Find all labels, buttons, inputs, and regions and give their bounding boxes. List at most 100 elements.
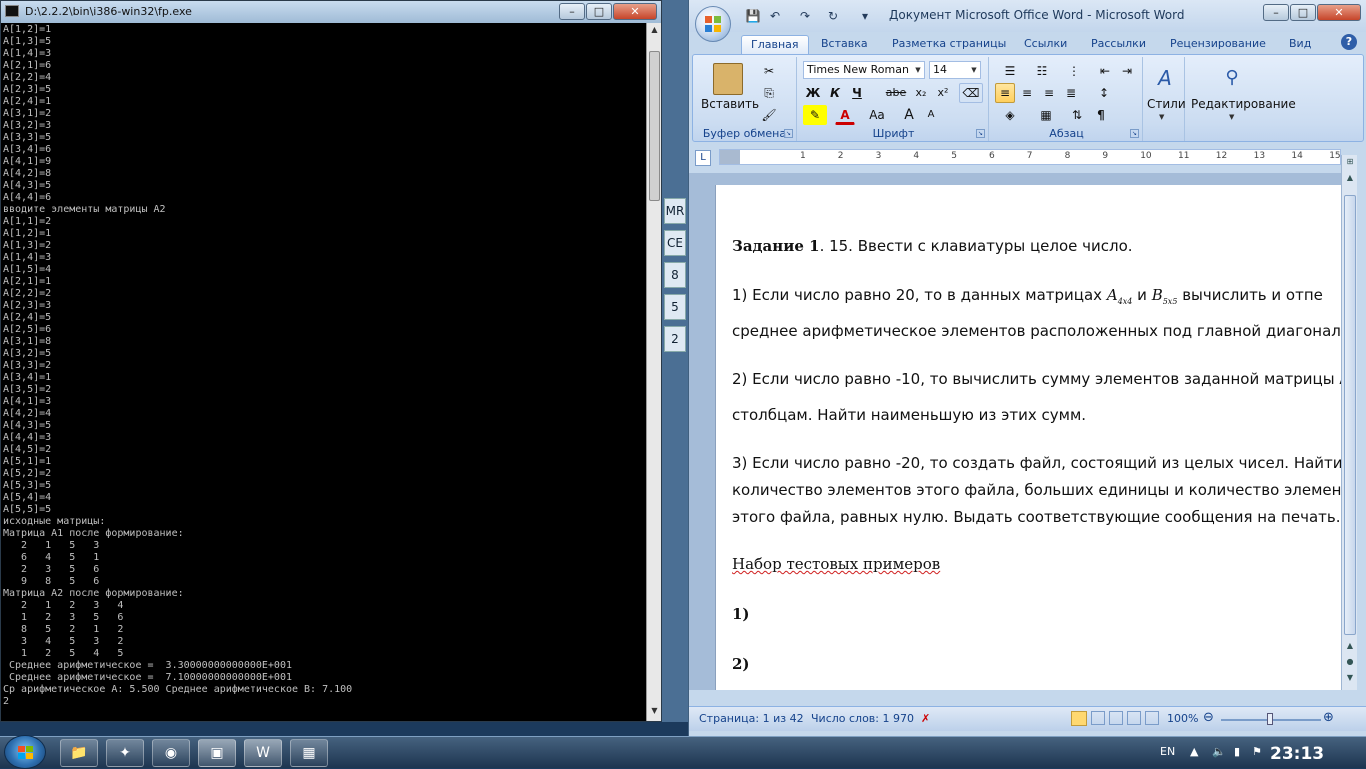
highlight-icon[interactable]: ✎: [803, 105, 827, 125]
full-screen-reading-icon[interactable]: [1091, 711, 1105, 725]
outline-icon[interactable]: [1127, 711, 1141, 725]
paste-button[interactable]: Вставить: [701, 97, 759, 111]
console-window[interactable]: D:\2.2.2\bin\i386-win32\fp.exe – □ ✕ A[1…: [0, 0, 662, 722]
tab-references[interactable]: Ссылки: [1015, 35, 1076, 54]
web-layout-icon[interactable]: [1109, 711, 1123, 725]
align-left-icon[interactable]: ≡: [995, 83, 1015, 103]
shrink-font-button[interactable]: A: [921, 105, 941, 125]
explorer-taskbar-icon[interactable]: 📁: [60, 739, 98, 767]
tab-review[interactable]: Рецензирование: [1161, 35, 1275, 54]
chrome-taskbar-icon[interactable]: ◉: [152, 739, 190, 767]
grow-font-button[interactable]: A: [899, 105, 919, 125]
show-marks-icon[interactable]: ¶: [1091, 105, 1111, 125]
decrease-indent-icon[interactable]: ⇤: [1095, 61, 1115, 81]
clipboard-launcher-icon[interactable]: ↘: [784, 129, 793, 138]
clear-format-icon[interactable]: ⌫: [959, 83, 983, 103]
tab-insert[interactable]: Вставка: [812, 35, 877, 54]
draft-icon[interactable]: [1145, 711, 1159, 725]
paragraph-launcher-icon[interactable]: ↘: [1130, 129, 1139, 138]
multilevel-list-icon[interactable]: ⋮: [1059, 61, 1089, 81]
qat-customize-icon[interactable]: ▾: [857, 8, 873, 24]
console-taskbar-icon[interactable]: ▣: [198, 739, 236, 767]
console-output[interactable]: A[1,2]=1 A[1,3]=5 A[1,4]=3 A[2,1]=6 A[2,2]=4…: [1, 23, 646, 721]
font-size-select[interactable]: 14 ▼: [929, 61, 981, 79]
scroll-up-icon[interactable]: ▲: [1344, 173, 1356, 185]
page-count[interactable]: Страница: 1 из 42: [699, 712, 804, 725]
sort-icon[interactable]: ⇅: [1067, 105, 1087, 125]
scroll-up-icon[interactable]: ▲: [649, 25, 660, 37]
pascal-taskbar-icon[interactable]: ✦: [106, 739, 144, 767]
repeat-icon[interactable]: ↻: [825, 8, 841, 24]
align-right-icon[interactable]: ≡: [1039, 83, 1059, 103]
shading-icon[interactable]: ◈: [995, 105, 1025, 125]
scroll-down-icon[interactable]: ▼: [649, 706, 660, 718]
document-page[interactable]: Задание 1. 15. Ввести с клавиатуры целое…: [715, 185, 1343, 690]
editing-button[interactable]: Редактирование: [1191, 97, 1296, 111]
tab-selector-icon[interactable]: L: [695, 150, 711, 166]
clock[interactable]: 23:13: [1270, 744, 1324, 764]
strip-item[interactable]: MR: [664, 198, 686, 224]
tab-home[interactable]: Главная: [741, 35, 809, 54]
console-title-bar[interactable]: D:\2.2.2\bin\i386-win32\fp.exe – □ ✕: [1, 1, 661, 23]
line-spacing-icon[interactable]: ↕: [1089, 83, 1119, 103]
zoom-in-icon[interactable]: ⊕: [1323, 710, 1334, 725]
italic-button[interactable]: К: [825, 83, 845, 103]
browse-object-icon[interactable]: ●: [1344, 657, 1356, 669]
console-close-button[interactable]: ✕: [613, 3, 657, 20]
show-hidden-icons-icon[interactable]: ▲: [1190, 745, 1198, 758]
horizontal-ruler[interactable]: 1 2 3 4 5 6 7 8 9 10 11 12 13 14 15: [719, 149, 1341, 165]
word-taskbar-icon[interactable]: W: [244, 739, 282, 767]
word-count[interactable]: Число слов: 1 970: [811, 712, 914, 725]
tab-mailings[interactable]: Рассылки: [1082, 35, 1155, 54]
copy-icon[interactable]: ⎘: [759, 83, 779, 103]
volume-icon[interactable]: 🔈: [1212, 745, 1226, 758]
document-scrollbar[interactable]: ⊞ ▲ ▲ ● ▼: [1341, 155, 1357, 690]
next-page-icon[interactable]: ▼: [1344, 673, 1356, 685]
help-icon[interactable]: ?: [1341, 34, 1357, 50]
paste-icon[interactable]: [713, 63, 743, 95]
office-button[interactable]: [695, 6, 731, 42]
proofing-icon[interactable]: ✗: [921, 712, 930, 725]
console-scroll-thumb[interactable]: [649, 51, 660, 201]
word-window[interactable]: 💾 ↶ ↷ ↻ ▾ Документ Microsoft Office Word…: [688, 0, 1366, 736]
increase-indent-icon[interactable]: ⇥: [1117, 61, 1137, 81]
zoom-level[interactable]: 100%: [1167, 712, 1198, 725]
ruler-toggle-icon[interactable]: ⊞: [1344, 157, 1356, 169]
numbering-icon[interactable]: ☷: [1027, 61, 1057, 81]
undo-icon[interactable]: ↶: [767, 8, 783, 24]
tab-page-layout[interactable]: Разметка страницы: [883, 35, 1015, 54]
zoom-slider-thumb[interactable]: [1267, 713, 1273, 725]
document-scroll-thumb[interactable]: [1344, 195, 1356, 635]
align-center-icon[interactable]: ≡: [1017, 83, 1037, 103]
zoom-out-icon[interactable]: ⊖: [1203, 710, 1214, 725]
word-maximize-button[interactable]: □: [1290, 4, 1316, 21]
bold-button[interactable]: Ж: [803, 83, 823, 103]
font-color-icon[interactable]: A: [835, 105, 855, 125]
subscript-button[interactable]: x₂: [911, 83, 931, 103]
format-painter-icon[interactable]: 🖌: [759, 105, 779, 125]
start-button[interactable]: [4, 735, 46, 769]
tab-view[interactable]: Вид: [1280, 35, 1320, 54]
bullets-icon[interactable]: ☰: [995, 61, 1025, 81]
word-title-bar[interactable]: 💾 ↶ ↷ ↻ ▾ Документ Microsoft Office Word…: [689, 0, 1366, 32]
save-icon[interactable]: 💾: [745, 8, 761, 24]
console-scrollbar[interactable]: ▲ ▼: [646, 23, 661, 721]
superscript-button[interactable]: x²: [933, 83, 953, 103]
styles-button[interactable]: Стили: [1147, 97, 1186, 111]
network-icon[interactable]: ▮: [1234, 745, 1240, 758]
font-launcher-icon[interactable]: ↘: [976, 129, 985, 138]
word-minimize-button[interactable]: –: [1263, 4, 1289, 21]
strip-item[interactable]: 8: [664, 262, 686, 288]
strip-item[interactable]: CE: [664, 230, 686, 256]
language-indicator[interactable]: EN: [1160, 745, 1175, 758]
strip-item[interactable]: 5: [664, 294, 686, 320]
console-minimize-button[interactable]: –: [559, 3, 585, 20]
calculator-taskbar-icon[interactable]: ▦: [290, 739, 328, 767]
strip-item[interactable]: 2: [664, 326, 686, 352]
borders-icon[interactable]: ▦: [1031, 105, 1061, 125]
redo-icon[interactable]: ↷: [797, 8, 813, 24]
styles-icon[interactable]: A: [1151, 63, 1179, 93]
prev-page-icon[interactable]: ▲: [1344, 641, 1356, 653]
strikethrough-button[interactable]: abe: [883, 83, 909, 103]
cut-icon[interactable]: ✂: [759, 61, 779, 81]
